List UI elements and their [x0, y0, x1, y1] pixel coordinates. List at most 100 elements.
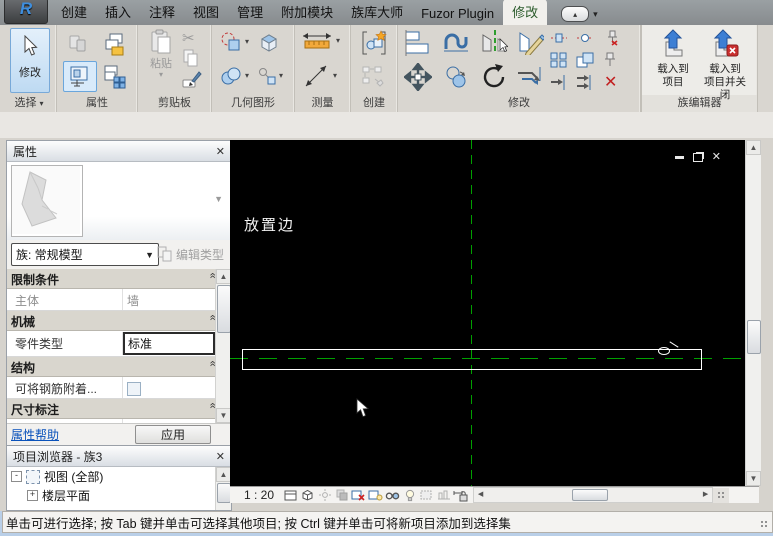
property-group-dimensions[interactable]: 尺寸标注 «: [7, 399, 215, 419]
family-category-button[interactable]: [98, 61, 132, 92]
move-button[interactable]: [404, 63, 432, 96]
align-button[interactable]: [404, 30, 432, 61]
rebar-checkbox[interactable]: [127, 382, 141, 396]
modify-button[interactable]: 修改: [10, 28, 50, 93]
scale-button[interactable]: [576, 52, 594, 73]
delete-button[interactable]: ✕: [604, 72, 617, 92]
temporary-hide-isolate-icon[interactable]: [385, 489, 400, 502]
tree-expand-icon[interactable]: +: [27, 490, 38, 501]
panel-label-modify[interactable]: 修改: [398, 95, 640, 112]
cut-button[interactable]: ✂: [182, 29, 195, 48]
create-group-button[interactable]: [360, 29, 388, 62]
family-combo[interactable]: 族: 常规模型 ▼: [11, 243, 159, 266]
unpin-button[interactable]: [602, 29, 620, 51]
tab-view[interactable]: 视图: [184, 0, 228, 25]
scroll-up-icon[interactable]: ▲: [216, 467, 231, 482]
properties-button[interactable]: [63, 61, 97, 92]
scroll-left-icon[interactable]: ◀: [474, 488, 487, 500]
show-crop-region-icon[interactable]: [368, 489, 383, 502]
properties-palette-titlebar[interactable]: 属性 ✕: [7, 141, 231, 162]
part-type-value-selected[interactable]: 标准: [123, 332, 215, 355]
tab-insert[interactable]: 插入: [96, 0, 140, 25]
join-geometry-button[interactable]: ▾: [220, 65, 249, 87]
panel-label-measure[interactable]: 测量: [295, 95, 350, 112]
scroll-up-icon[interactable]: ▲: [216, 269, 231, 284]
trim-multiple-button[interactable]: [576, 74, 594, 96]
trim-single-button[interactable]: [550, 74, 568, 96]
tab-manage[interactable]: 管理: [228, 0, 272, 25]
split-with-gap-button[interactable]: [576, 30, 594, 51]
constraints-lock-icon[interactable]: [453, 489, 468, 502]
project-browser-close-icon[interactable]: ✕: [216, 450, 225, 463]
scrollbar-thumb[interactable]: [217, 483, 231, 503]
scroll-right-icon[interactable]: ▶: [699, 488, 712, 500]
solid-forms-button[interactable]: [258, 31, 280, 58]
canvas-horizontal-scrollbar[interactable]: ◀ ▶: [473, 487, 713, 503]
minimize-ribbon-button[interactable]: ▴: [561, 6, 589, 22]
apply-button[interactable]: 应用: [135, 425, 211, 444]
rotate-button[interactable]: [480, 63, 508, 96]
view-restore-icon[interactable]: [693, 153, 703, 162]
tab-family-library[interactable]: 族库大师: [342, 0, 412, 25]
type-selector[interactable]: ▼: [7, 162, 231, 241]
panel-label-properties[interactable]: 属性: [57, 95, 137, 112]
scrollbar-thumb[interactable]: [217, 285, 231, 333]
tree-item-floor-plans[interactable]: + 楼层平面: [7, 486, 231, 505]
cut-geometry-button[interactable]: ▾: [220, 31, 249, 53]
project-browser-titlebar[interactable]: 项目浏览器 - 族3 ✕: [7, 446, 231, 467]
reveal-hidden-elements-icon[interactable]: [402, 489, 417, 502]
copy-button[interactable]: [443, 65, 469, 94]
application-menu-button[interactable]: R: [4, 0, 48, 24]
panel-label-geometry[interactable]: 几何图形: [212, 95, 294, 112]
scrollbar-thumb[interactable]: [572, 489, 608, 501]
browser-scrollbar[interactable]: ▲: [215, 467, 231, 510]
coping-button[interactable]: [442, 29, 470, 60]
crop-view-icon[interactable]: [351, 489, 366, 502]
tab-modify-active[interactable]: 修改: [503, 0, 547, 25]
tab-annotate[interactable]: 注释: [140, 0, 184, 25]
tab-create[interactable]: 创建: [52, 0, 96, 25]
array-disabled-button[interactable]: [361, 65, 385, 92]
shadows-icon[interactable]: [334, 489, 349, 502]
canvas-vertical-scrollbar[interactable]: ▲ ▼: [745, 140, 761, 486]
edit-type-button[interactable]: 编辑类型: [157, 243, 229, 265]
array-button[interactable]: [550, 52, 568, 73]
visibility-settings-button[interactable]: [98, 29, 132, 60]
properties-close-icon[interactable]: ✕: [216, 145, 225, 158]
trim-extend-button[interactable]: [516, 29, 544, 60]
detail-level-icon[interactable]: [283, 489, 298, 502]
family-types-button[interactable]: [63, 29, 97, 60]
scrollbar-thumb[interactable]: [747, 320, 761, 354]
tab-addins[interactable]: 附加模块: [272, 0, 342, 25]
offset-button[interactable]: [516, 65, 544, 94]
property-group-mechanical[interactable]: 机械 «: [7, 311, 215, 331]
extrusion-profile-rectangle[interactable]: [242, 349, 702, 370]
split-element-button[interactable]: [550, 30, 568, 51]
scroll-down-icon[interactable]: ▼: [216, 408, 231, 423]
paste-button[interactable]: 粘贴 ▾: [146, 29, 176, 79]
aligned-dimension-button[interactable]: ▾: [301, 30, 340, 52]
temporary-view-properties-icon[interactable]: [419, 489, 434, 502]
reference-plane-vertical[interactable]: [471, 140, 472, 486]
window-resize-grip[interactable]: [761, 521, 769, 529]
property-group-constraints[interactable]: 限制条件 «: [7, 269, 215, 289]
load-into-project-button[interactable]: 载入到 项目: [648, 27, 698, 93]
load-into-project-and-close-button[interactable]: 载入到 项目并关闭: [700, 27, 750, 93]
mirror-pick-axis-button[interactable]: [480, 29, 508, 60]
attach-geometry-button[interactable]: ▾: [258, 67, 283, 85]
match-type-button[interactable]: [182, 69, 202, 94]
view-scale-button[interactable]: 1 : 20: [230, 488, 282, 502]
scroll-up-icon[interactable]: ▲: [746, 140, 761, 155]
scroll-down-icon[interactable]: ▼: [746, 471, 761, 486]
tab-fuzor-plugin[interactable]: Fuzor Plugin: [412, 3, 503, 25]
analytical-model-icon[interactable]: [436, 489, 451, 502]
tree-collapse-icon[interactable]: -: [11, 471, 22, 482]
ribbon-state-chevron-icon[interactable]: ▾: [593, 9, 598, 20]
properties-scrollbar[interactable]: ▲ ▼: [215, 269, 231, 423]
sun-path-icon[interactable]: [317, 489, 332, 502]
view-close-icon[interactable]: ✕: [712, 152, 721, 162]
properties-help-link[interactable]: 属性帮助: [11, 426, 59, 443]
scrollbar-corner-grip[interactable]: [713, 488, 729, 503]
pin-button[interactable]: [602, 51, 618, 73]
view-minimize-icon[interactable]: [675, 156, 684, 159]
